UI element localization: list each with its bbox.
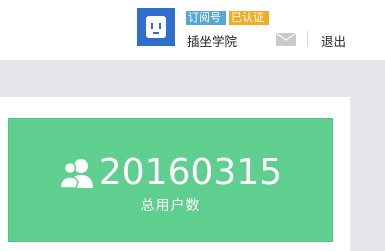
logout-link[interactable]: 退出 <box>321 31 346 50</box>
socket-logo-icon <box>146 16 166 38</box>
users-icon <box>59 159 93 189</box>
subscription-badge: 订阅号 <box>186 11 226 25</box>
total-users-value: 20160315 <box>98 152 283 193</box>
total-users-card: 20160315 总用户数 <box>8 118 333 242</box>
stat-row: 20160315 <box>9 153 332 193</box>
header-divider <box>307 31 308 47</box>
total-users-label: 总用户数 <box>140 198 201 214</box>
mail-icon[interactable] <box>276 33 296 46</box>
account-avatar[interactable] <box>137 8 175 46</box>
account-name[interactable]: 插坐学院 <box>187 31 237 50</box>
verified-badge: 已认证 <box>229 11 269 25</box>
top-header: 订阅号 已认证 插坐学院 退出 <box>0 0 385 60</box>
